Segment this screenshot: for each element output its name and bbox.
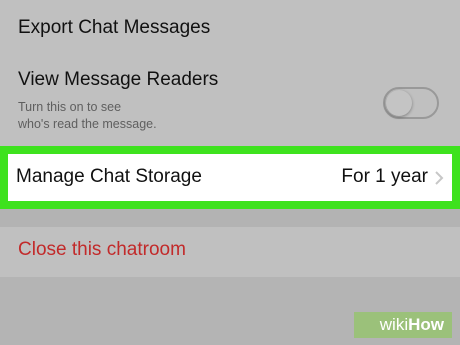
close-chatroom-label: Close this chatroom <box>18 239 186 260</box>
highlight-outline: Manage Chat Storage For 1 year <box>0 146 460 209</box>
view-message-readers-toggle[interactable] <box>383 87 439 119</box>
watermark-wiki-text: wiki <box>379 315 409 334</box>
section-gap <box>0 209 460 227</box>
chat-storage-value: For 1 year <box>341 166 428 187</box>
readers-desc-line-2: who's read the message. <box>18 117 157 131</box>
settings-top-section: Export Chat Messages View Message Reader… <box>0 0 460 146</box>
close-chatroom-row[interactable]: Close this chatroom <box>0 227 460 277</box>
view-message-readers-label: View Message Readers <box>18 69 219 90</box>
manage-chat-storage-label: Manage Chat Storage <box>16 166 202 187</box>
bottom-empty-area: wikiHow <box>0 277 460 345</box>
view-message-readers-description: Turn this on to see who's read the messa… <box>18 99 218 133</box>
toggle-knob <box>386 90 412 116</box>
watermark-how-text: How <box>408 315 444 334</box>
readers-desc-line-1: Turn this on to see <box>18 100 122 114</box>
chevron-right-icon <box>435 171 444 185</box>
manage-chat-storage-row[interactable]: Manage Chat Storage For 1 year <box>8 154 452 201</box>
wikihow-watermark-logo: wikiHow <box>353 312 452 338</box>
export-chat-messages-item[interactable]: Export Chat Messages <box>18 17 210 39</box>
